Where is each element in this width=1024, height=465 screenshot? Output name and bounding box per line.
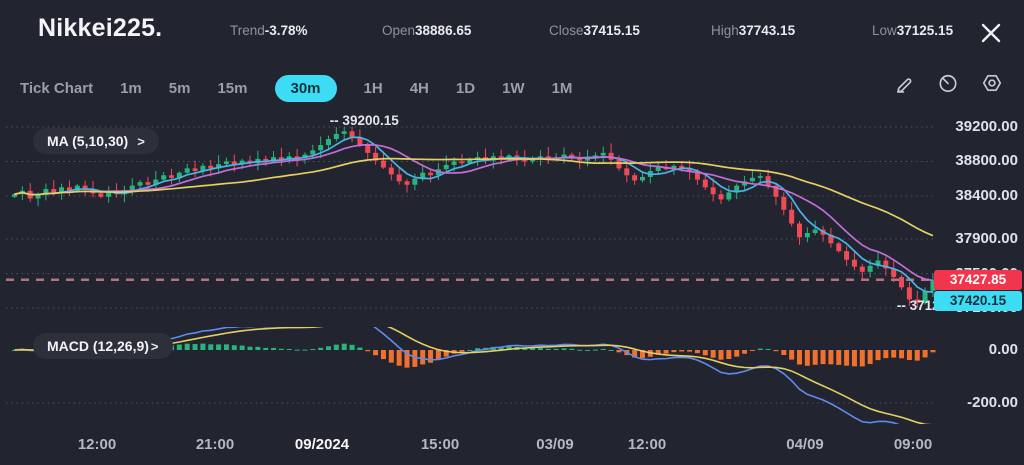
macd-indicator-label: MACD (12,26,9) [47,338,149,354]
time-axis-label: 12:00 [77,436,117,453]
price-line-tag: 37427.85 [934,269,1022,290]
time-axis-label: 12:00 [627,436,667,453]
peak-price-annotation: -- 39200.15 [329,113,399,128]
chevron-right-icon: > [150,338,159,354]
moving-average-lines [14,136,934,294]
macd-indicator-pill[interactable]: MACD (12,26,9) > [33,333,173,359]
gridlines [6,126,936,404]
time-axis-label: 15:00 [420,436,460,453]
last-price-tag: 37420.15 [934,290,1022,311]
macd-axis-label: 0.00 [988,341,1018,358]
time-axis-label: 03/09 [536,436,574,453]
price-axis-label: 38400.00 [955,186,1018,204]
time-axis-label: 09:00 [893,436,933,453]
time-axis-label: 21:00 [195,436,235,453]
time-axis-label: 09/2024 [294,436,350,453]
candlestick-chart[interactable] [0,0,1024,465]
chevron-right-icon: > [137,133,145,149]
price-axis-label: 37900.00 [955,230,1018,248]
trading-chart-window: Nikkei225. Trend-3.78% Open38886.65 Clos… [0,0,1024,465]
macd-axis-label: -200.00 [967,394,1018,411]
price-axis-label: 39200.00 [955,118,1018,135]
price-axis-label: 38800.00 [955,152,1018,170]
ma-indicator-label: MA (5,10,30) [47,133,129,149]
time-axis-label: 04/09 [786,436,824,453]
ma-indicator-pill[interactable]: MA (5,10,30) > [33,128,159,154]
